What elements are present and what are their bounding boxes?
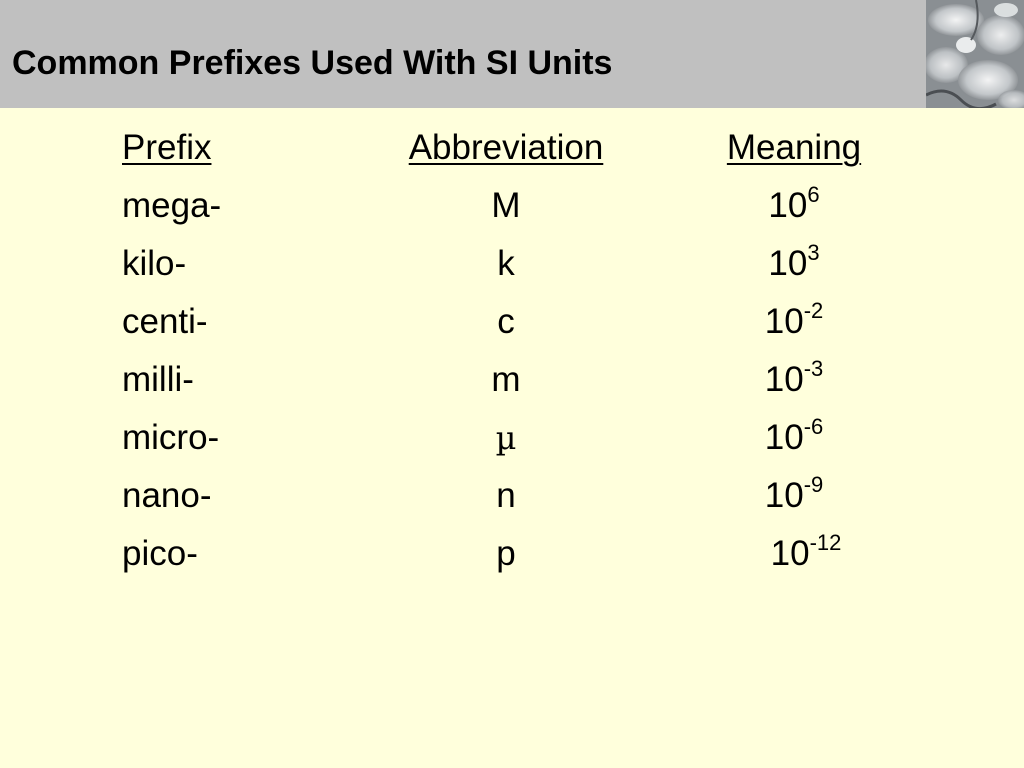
row-meaning: 103 [768, 242, 819, 284]
row-meaning: 10-3 [764, 358, 824, 400]
row-prefix: nano- [122, 476, 212, 515]
row-prefix: kilo- [122, 244, 187, 283]
meaning-base: 10 [770, 534, 810, 573]
meaning-exponent: -3 [803, 356, 824, 381]
meaning-exponent: -12 [809, 530, 842, 555]
row-meaning: 10-2 [764, 300, 824, 342]
si-prefix-table: Prefix Abbreviation Meaning mega- M 106 … [0, 0, 1024, 768]
row-meaning: 10-12 [770, 532, 842, 574]
header-abbreviation: Abbreviation [408, 128, 604, 167]
row-prefix: pico- [122, 534, 198, 573]
row-meaning: 10-6 [764, 416, 824, 458]
row-abbreviation: p [496, 534, 516, 573]
row-prefix: mega- [122, 186, 222, 225]
row-abbreviation: M [491, 186, 521, 225]
meaning-base: 10 [764, 476, 804, 515]
row-abbreviation: k [497, 244, 515, 283]
row-meaning: 106 [768, 184, 819, 226]
meaning-base: 10 [764, 360, 804, 399]
meaning-exponent: -2 [803, 298, 824, 323]
row-prefix: centi- [122, 302, 208, 341]
meaning-base: 10 [764, 418, 804, 457]
row-abbreviation: n [496, 476, 516, 515]
meaning-base: 10 [764, 302, 804, 341]
meaning-exponent: 6 [807, 182, 820, 207]
row-meaning: 10-9 [764, 474, 824, 516]
row-prefix: milli- [122, 360, 194, 399]
row-abbreviation: m [491, 360, 521, 399]
meaning-exponent: 3 [807, 240, 820, 265]
row-prefix: micro- [122, 418, 220, 457]
row-abbreviation: µ [495, 419, 517, 457]
header-meaning: Meaning [726, 128, 862, 167]
meaning-exponent: -6 [803, 414, 824, 439]
meaning-base: 10 [768, 244, 808, 283]
row-abbreviation: c [497, 302, 515, 341]
header-prefix: Prefix [122, 128, 212, 167]
meaning-base: 10 [768, 186, 808, 225]
meaning-exponent: -9 [803, 472, 824, 497]
